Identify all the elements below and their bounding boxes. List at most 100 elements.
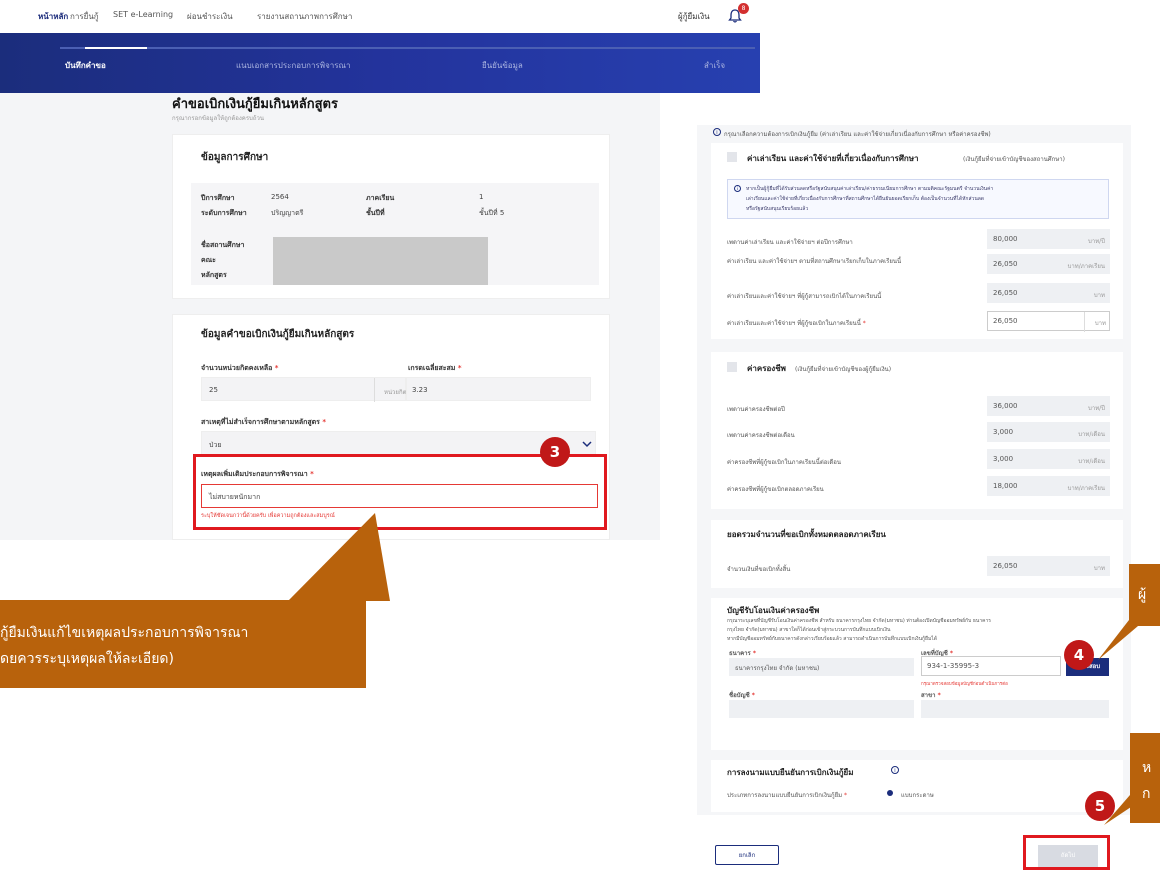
total-title: ยอดรวมจำนวนที่ขอเบิกทั้งหมดตลอดภาคเรียน [727,530,886,539]
total-value: 26,050 [993,562,1018,570]
nav-set-elearning[interactable]: SET e-Learning [113,10,173,19]
user-role[interactable]: ผู้กู้ยืมเงิน [678,10,710,23]
living-row-value-box: 3,000 บาท/เดือน [987,422,1110,442]
nav-home[interactable]: หน้าหลัก [38,10,68,23]
chevron-down-icon[interactable] [582,440,592,448]
radio-selected[interactable] [887,790,893,796]
nav-education-report[interactable]: รายงานสถานภาพการศึกษา [257,10,352,23]
step-marker-5: 5 [1085,791,1115,821]
nav-loan-request[interactable]: การยื่นกู้ [70,10,99,23]
gpa-label: เกรดเฉลี่ยสะสม * [408,364,462,372]
signature-option[interactable]: แบบกระดาษ [901,790,934,800]
total-unit: บาท [1093,565,1105,572]
callout-4-pointer [1098,620,1138,660]
branch-label: สาขา * [921,692,941,699]
faculty-label: คณะ [201,256,216,264]
tuition-info-box: i หากเป็นผู้กู้ยืมที่ได้รับส่วนลดหรือรัฐ… [727,179,1109,219]
divider [374,378,375,402]
bank-label: ธนาคาร * [729,650,756,657]
account-name-label: ชื่อบัญชี * [729,692,755,699]
class-label: ชั้นปีที่ [366,209,385,217]
tuition-checkbox[interactable] [727,152,737,162]
total-card: ยอดรวมจำนวนที่ขอเบิกทั้งหมดตลอดภาคเรียน … [711,520,1123,588]
credits-label: จำนวนหน่วยกิตคงเหลือ * [201,364,279,372]
highlight-frame-5 [1023,835,1110,870]
stepper-track [60,47,755,49]
info-icon: i [713,128,721,136]
living-checkbox[interactable] [727,362,737,372]
callout-4: ผู้ [1129,564,1160,626]
total-label: จำนวนเงินที่ขอเบิกทั้งสิ้น [727,566,791,573]
step-2: แนบเอกสารประกอบการพิจารณา [236,61,351,70]
redacted-block [273,237,488,285]
tuition-row-value-box: 80,000 บาท/ปี [987,229,1110,249]
callout-4-text: ผู้ [1138,587,1147,603]
reason-value: ป่วย [209,441,222,449]
gpa-input[interactable]: 3.23 [406,377,591,401]
credits-input[interactable]: 25 หน่วยกิต [201,377,406,402]
tuition-row-unit: บาท [1093,292,1105,299]
education-details: ปีการศึกษา 2564 ภาคเรียน 1 ระดับการศึกษา… [191,183,599,285]
bank-value: ธนาคารกรุงไทย จำกัด (มหาชน) [735,665,820,672]
account-hint: กรุณาตรวจสอบข้อมูลบัญชีก่อนดำเนินการต่อ [921,682,1008,687]
nav-repayment[interactable]: ผ่อนชำระเงิน [187,10,233,23]
credits-value: 25 [209,386,218,394]
step-1: บันทึกคำขอ [65,61,106,70]
callout-5: ห ก [1130,733,1160,823]
living-row-value-box: 36,000 บาท/ปี [987,396,1110,416]
tuition-title: ค่าเล่าเรียน และค่าใช้จ่ายที่เกี่ยวเนื่อ… [747,154,919,163]
account-value: 934-1-35995-3 [927,662,980,670]
tuition-row-unit: บาท/ปี [1088,238,1105,245]
living-title-note: (เงินกู้ยืมที่จ่ายเข้าบัญชีของผู้กู้ยืมเ… [795,366,892,373]
reason-select[interactable]: ป่วย [201,431,596,455]
tuition-row-value: 26,050 [993,289,1018,297]
cancel-button[interactable]: ยกเลิก [715,845,779,865]
branch-input[interactable] [921,700,1109,718]
bank-account-card: บัญชีรับโอนเงินค่าครองชีพ กรุณาระบุเลขที… [711,598,1123,750]
info-icon: i [891,766,899,774]
page-title: คำขอเบิกเงินกู้ยืมเกินหลักสูตร [172,97,338,112]
account-input[interactable]: 934-1-35995-3 [921,656,1061,676]
total-value-box: 26,050 บาท [987,556,1110,576]
living-row-unit: บาท/เดือน [1078,458,1105,465]
tuition-row-value-box: 26,050 บาท [987,283,1110,303]
tuition-row-label: เพดานค่าเล่าเรียน และค่าใช้จ่ายฯ ต่อปีกา… [727,239,853,246]
living-row-label: ค่าครองชีพที่ผู้กู้ขอเบิกในภาคเรียนนี้ต่… [727,459,841,466]
callout-5-line1: ห [1142,760,1152,776]
living-row-value-box: 18,000 บาท/ภาคเรียน [987,476,1110,496]
step-3: ยืนยันข้อมูล [482,61,523,70]
tuition-row-value-box: 26,050 บาท/ภาคเรียน [987,254,1110,274]
tuition-row-label: ค่าเล่าเรียนและค่าใช้จ่ายฯ ที่ผู้กู้สามา… [727,293,882,300]
account-name-input[interactable] [729,700,914,718]
step-marker-3: 3 [540,437,570,467]
living-row-value-box: 3,000 บาท/เดือน [987,449,1110,469]
reason-label: สาเหตุที่ไม่สำเร็จการศึกษาตามหลักสูตร * [201,418,327,426]
request-card-title: ข้อมูลคำขอเบิกเงินกู้ยืมเกินหลักสูตร [201,329,355,340]
bank-desc-line3: หากมีบัญชีออมทรัพย์กับธนาคารดังกล่าวเรีย… [727,636,938,642]
tuition-request-value: 26,050 [993,317,1018,325]
class-value: ชั้นปีที่ 5 [479,209,505,217]
bank-select[interactable]: ธนาคารกรุงไทย จำกัด (มหาชน) [729,658,914,676]
living-row-value: 3,000 [993,428,1014,436]
institution-label: ชื่อสถานศึกษา [201,241,245,249]
tuition-info-line3: หรือรัฐสนับสนุนเรียบร้อยแล้ว [746,206,809,212]
tuition-request-unit: บาท [1094,320,1106,327]
living-row-value: 36,000 [993,402,1018,410]
page-subtitle: กรุณากรอกข้อมูลให้ถูกต้องครบถ้วน [172,115,264,122]
top-nav: หน้าหลัก การยื่นกู้ SET e-Learning ผ่อนช… [0,0,760,30]
tuition-row-value: 26,050 [993,260,1018,268]
tuition-request-input[interactable]: 26,050 บาท [987,311,1110,332]
signature-type-label: ประเภทการลงนามแบบยืนยันการเบิกเงินกู้ยืม… [727,792,848,799]
tuition-info-line1: หากเป็นผู้กู้ยืมที่ได้รับส่วนลดหรือรัฐสน… [746,186,994,192]
living-row-unit: บาท/ภาคเรียน [1067,485,1105,492]
living-title: ค่าครองชีพ [747,364,786,373]
bank-desc-line1: กรุณาระบุเลขที่บัญชีรับโอนเงินค่าครองชีพ… [727,618,991,624]
living-row-label: เพดานค่าครองชีพต่อปี [727,406,785,413]
callout-pointer [288,513,390,601]
notification-badge: 8 [738,3,749,14]
year-value: 2564 [271,193,289,201]
callout-3-line2: ดยควรระบุเหตุผลให้ละเอียด) [0,651,174,667]
tuition-row-unit: บาท/ภาคเรียน [1067,263,1105,270]
signature-card: การลงนามแบบยืนยันการเบิกเงินกู้ยืม i ประ… [711,760,1123,812]
tuition-row-label: ค่าเล่าเรียน และค่าใช้จ่ายฯ ตามที่สถานศึ… [727,258,902,265]
